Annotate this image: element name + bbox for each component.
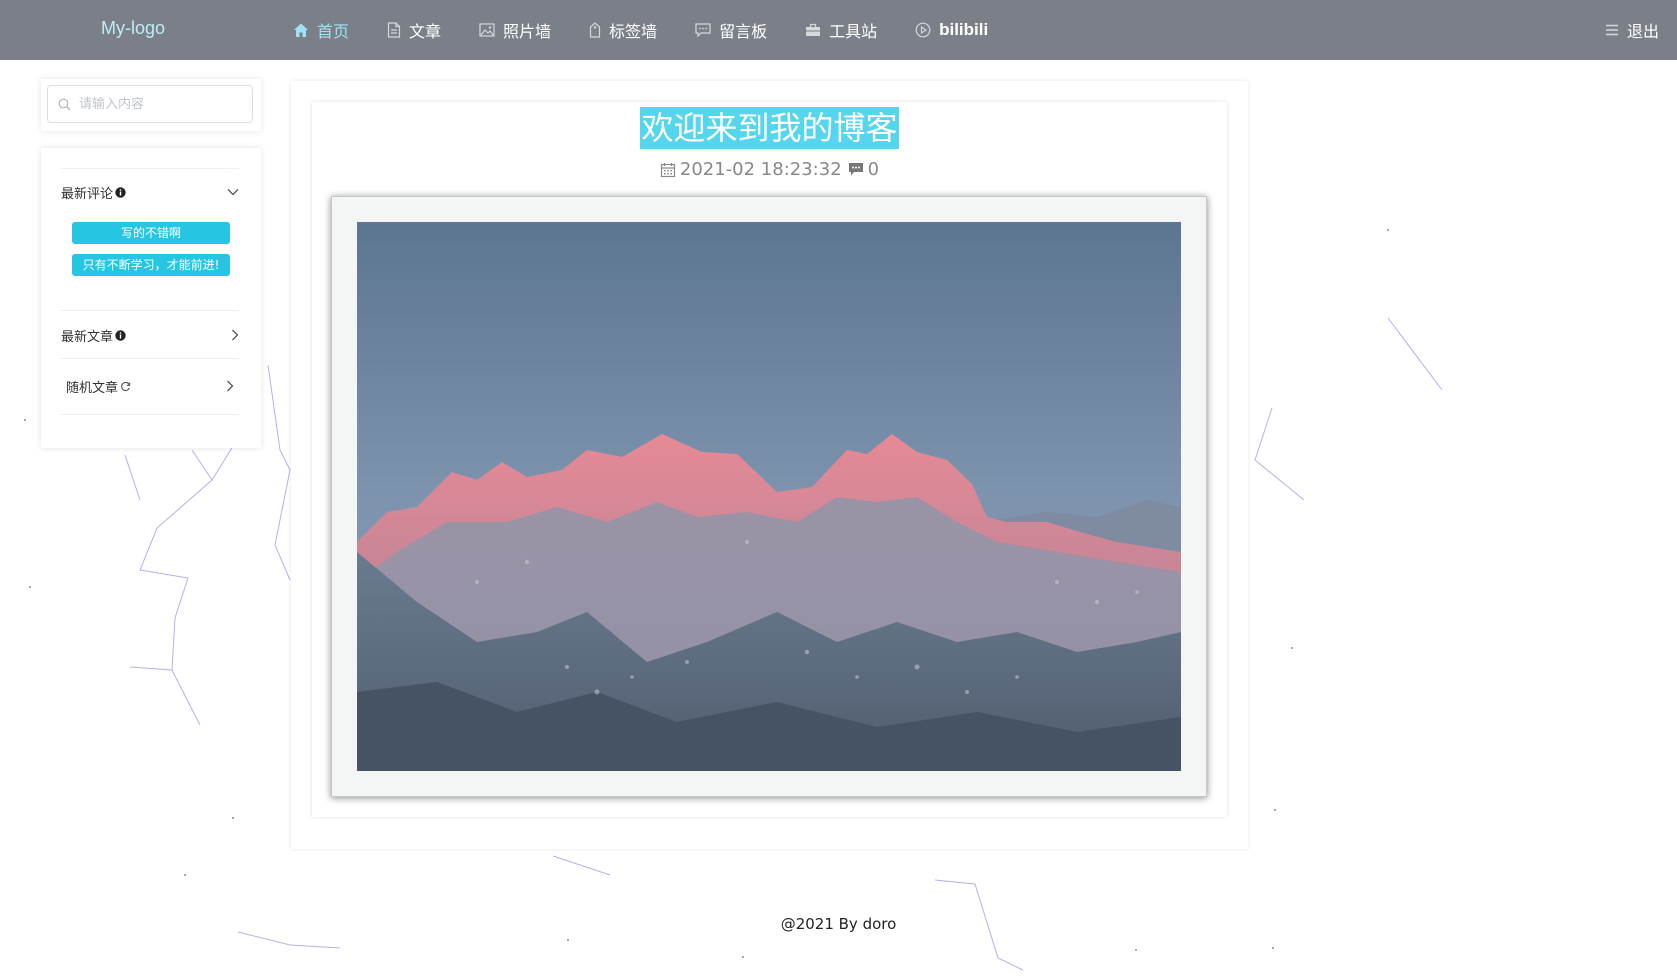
main-content: 欢迎来到我的博客 2021-02 18:23:32 0 xyxy=(291,81,1248,849)
search-input[interactable] xyxy=(77,95,241,113)
nav-item-tag-wall[interactable]: 标签墙 xyxy=(589,0,657,60)
nav-label: 留言板 xyxy=(719,22,768,41)
nav-item-message-board[interactable]: 留言板 xyxy=(695,0,767,60)
logout-button[interactable]: 退出 xyxy=(1605,0,1659,60)
post-image-frame xyxy=(331,196,1207,797)
home-icon xyxy=(294,23,308,37)
latest-articles-title: 最新文章 xyxy=(61,329,114,345)
latest-comments-title: 最新评论 xyxy=(61,186,114,202)
nav-label: 首页 xyxy=(317,22,350,41)
nav-label: 工具站 xyxy=(829,22,878,41)
nav-label: 文章 xyxy=(409,22,442,41)
post-comments: 0 xyxy=(848,159,879,180)
nav-item-home[interactable]: 首页 xyxy=(293,0,349,60)
post-meta: 2021-02 18:23:32 0 xyxy=(312,159,1227,180)
search-icon xyxy=(58,98,71,110)
refresh-icon xyxy=(121,381,131,391)
search-card xyxy=(41,79,261,131)
top-navbar: My-logo 首页 文章 照片墙 标签墙 留言板 工具站 bilibili 退… xyxy=(0,0,1677,60)
info-icon xyxy=(115,186,126,198)
divider xyxy=(61,310,239,311)
nav-item-toolbox[interactable]: 工具站 xyxy=(805,0,877,60)
nav-label: bilibili xyxy=(939,20,989,39)
post-title[interactable]: 欢迎来到我的博客 xyxy=(640,107,899,149)
logout-label: 退出 xyxy=(1626,22,1659,41)
nav-item-photo-wall[interactable]: 照片墙 xyxy=(479,0,551,60)
random-articles-header[interactable]: 随机文章 xyxy=(66,374,234,398)
sidebar-collapse-menu: 最新评论 写的不错啊 只有不断学习，才能前进! 最新文章 随机文章 xyxy=(41,148,261,448)
nav-label: 标签墙 xyxy=(609,22,658,41)
post-date: 2021-02 18:23:32 xyxy=(679,159,842,180)
tag-icon xyxy=(589,22,601,38)
main-nav: 首页 文章 照片墙 标签墙 留言板 工具站 bilibili xyxy=(293,0,1026,60)
latest-comments-header[interactable]: 最新评论 xyxy=(61,180,239,204)
document-icon xyxy=(387,22,401,38)
play-circle-icon xyxy=(915,22,931,38)
comment-item[interactable]: 写的不错啊 xyxy=(72,222,230,244)
nav-label: 照片墙 xyxy=(503,22,552,41)
divider xyxy=(61,358,239,359)
comment-item[interactable]: 只有不断学习，才能前进! xyxy=(72,254,230,276)
nav-item-articles[interactable]: 文章 xyxy=(387,0,441,60)
site-logo[interactable]: My-logo xyxy=(101,18,165,39)
message-icon xyxy=(695,23,711,37)
search-box xyxy=(47,85,253,123)
info-icon xyxy=(115,329,126,341)
post-card: 欢迎来到我的博客 2021-02 18:23:32 0 xyxy=(312,102,1227,817)
menu-icon xyxy=(1605,24,1618,36)
divider xyxy=(61,168,239,169)
chevron-right-icon xyxy=(227,380,234,392)
mountain-photo xyxy=(357,222,1181,771)
chevron-right-icon xyxy=(232,329,239,341)
comment-icon xyxy=(848,163,863,176)
random-articles-title: 随机文章 xyxy=(66,380,119,396)
chevron-down-icon xyxy=(227,189,239,196)
calendar-icon xyxy=(660,162,675,177)
post-title-wrap: 欢迎来到我的博客 xyxy=(312,107,1227,149)
divider xyxy=(61,414,239,415)
toolbox-icon xyxy=(806,23,821,36)
latest-articles-header[interactable]: 最新文章 xyxy=(61,323,239,347)
picture-icon xyxy=(479,23,495,37)
nav-item-bilibili[interactable]: bilibili xyxy=(915,0,988,60)
footer: @2021 By doro xyxy=(780,915,897,933)
comment-count: 0 xyxy=(867,159,880,180)
